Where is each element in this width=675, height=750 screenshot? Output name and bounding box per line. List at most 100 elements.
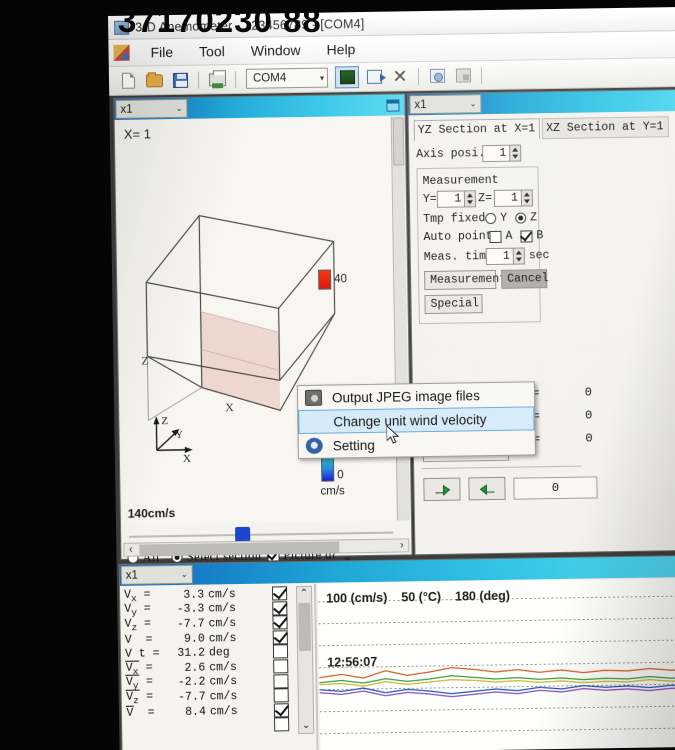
colorbar-indicator-value: 40 [334, 273, 347, 285]
photographed-screen: 37170230 88 3-D Anemometer - 123456789 -… [0, 0, 675, 750]
series-checkbox[interactable] [274, 688, 289, 702]
com-port-select[interactable]: COM4 ▾ [246, 68, 328, 89]
row-value: -7.7 [162, 617, 208, 631]
stop-button[interactable]: ✕ [389, 66, 411, 87]
z-stepper[interactable]: 1 [494, 189, 533, 207]
connect-green-icon [339, 70, 354, 84]
meas-time-stepper[interactable]: 1 [486, 247, 525, 265]
axis-position-stepper[interactable]: 1 [482, 145, 521, 163]
restore-window-button[interactable] [386, 99, 399, 111]
document-export-button[interactable] [452, 65, 474, 86]
print-icon [208, 73, 225, 86]
stepper-arrows-icon[interactable] [513, 248, 524, 263]
open-file-button[interactable] [143, 70, 165, 91]
checkbox-auto-a[interactable] [489, 230, 501, 242]
data-zoom-select[interactable]: x1 ⌄ [121, 565, 193, 585]
view3d-zoom-select[interactable]: x1 ⌄ [115, 99, 187, 119]
context-menu-item-setting[interactable]: Setting [299, 430, 535, 458]
rotate-right-icon [477, 480, 497, 496]
settings-zoom-select[interactable]: x1 ⌄ [409, 94, 481, 114]
series-checkbox[interactable] [272, 615, 287, 629]
toolbar-separator [235, 70, 236, 87]
radio-tmp-y[interactable] [485, 213, 496, 224]
axis-position-row: Axis posi. 1 [416, 144, 538, 163]
context-menu-label: Setting [333, 437, 375, 453]
document-preview-button[interactable] [426, 65, 448, 86]
stepper-arrows-icon[interactable] [509, 146, 520, 161]
tab-yz-section[interactable]: YZ Section at X=1 [414, 118, 541, 141]
chevron-down-icon: ⌄ [470, 99, 477, 108]
checkbox-auto-b[interactable] [520, 230, 532, 242]
series-checkbox[interactable] [272, 586, 287, 600]
chart-top-labels: 100 (cm/s) 50 (°C) 180 (deg) [326, 589, 510, 606]
y-label: Y= [423, 193, 438, 206]
new-file-button[interactable] [117, 70, 139, 91]
slider-track [129, 532, 393, 538]
menu-file[interactable]: File [137, 42, 186, 63]
series-checkbox[interactable] [273, 630, 288, 644]
scroll-down-arrow-icon[interactable]: ⌄ [299, 719, 313, 733]
row-unit: cm/s [208, 602, 242, 616]
tab-xz-section[interactable]: XZ Section at Y=1 [542, 116, 669, 139]
scroll-left-arrow-icon[interactable]: ‹ [124, 544, 137, 556]
scroll-right-arrow-icon[interactable]: › [395, 539, 408, 551]
scrollbar-thumb[interactable] [393, 117, 405, 165]
stepper-arrows-icon[interactable] [521, 190, 532, 205]
disconnect-icon [366, 70, 381, 84]
measurement-group: Measurement Y= 1 Z= 1 [416, 166, 540, 324]
svg-text:Z: Z [161, 415, 168, 427]
meas-time-label: Meas. time [424, 250, 486, 264]
settings-window: x1 ⌄ YZ Section at X=1 XZ Section at Y=1… [407, 89, 675, 555]
data-vscrollbar[interactable]: ⌃ ⌄ [296, 586, 314, 734]
timeseries-chart[interactable]: 100 (cm/s) 50 (°C) 180 (deg) 12:56:07 -1… [318, 578, 675, 750]
series-checkbox[interactable] [272, 601, 287, 615]
title-spacer [193, 566, 675, 574]
series-checkbox[interactable] [273, 645, 288, 659]
menu-window[interactable]: Window [238, 40, 314, 61]
y-stepper[interactable]: 1 [437, 190, 476, 208]
series-checkbox[interactable] [274, 703, 289, 717]
row-unit: cm/s [208, 617, 242, 631]
scrollbar-thumb[interactable] [298, 603, 311, 651]
scroll-up-arrow-icon[interactable]: ⌃ [297, 587, 311, 601]
open-folder-icon [145, 74, 162, 87]
context-menu-item-output-jpeg[interactable]: Output JPEG image files [298, 382, 534, 410]
print-button[interactable] [206, 69, 228, 90]
svg-text:Y: Y [176, 430, 183, 441]
row-unit: deg [209, 646, 243, 660]
series-checkbox[interactable] [273, 674, 288, 688]
disconnect-button[interactable] [363, 66, 385, 87]
scrollbar-thumb[interactable] [139, 541, 339, 555]
settings-zoom-value: x1 [414, 99, 426, 111]
cancel-button[interactable]: Cancel [501, 269, 547, 289]
view3d-canvas[interactable]: X= 1 [116, 117, 397, 525]
special-button[interactable]: Special [424, 294, 482, 314]
radio-tmp-y-label: Y [500, 212, 507, 225]
auto-point-row: Auto point A B [423, 229, 533, 244]
row-unit: cm/s [209, 632, 243, 646]
series-checkbox[interactable] [273, 659, 288, 673]
menu-help[interactable]: Help [313, 39, 368, 60]
close-icon: ✕ [392, 67, 407, 85]
series-checkbox[interactable] [274, 718, 289, 732]
table-row: V = 8.4 cm/s [126, 703, 276, 720]
context-menu-item-change-unit[interactable]: Change unit wind velocity [298, 406, 534, 434]
rotate-left-button[interactable] [423, 478, 460, 502]
radio-tmp-z[interactable] [515, 212, 526, 223]
rotate-right-button[interactable] [468, 477, 505, 501]
save-icon [172, 72, 187, 87]
row-value: 9.0 [163, 632, 209, 646]
connect-button[interactable] [335, 66, 359, 88]
colorbar-min-label: 0 [337, 469, 344, 481]
z-label: Z= [476, 192, 494, 205]
stepper-arrows-icon[interactable] [464, 191, 475, 206]
counter-field[interactable]: 0 [513, 476, 597, 499]
context-menu: Output JPEG image files Change unit wind… [297, 381, 536, 459]
context-menu-label: Change unit wind velocity [333, 412, 486, 429]
view3d-zoom-value: x1 [120, 103, 132, 115]
document-preview-icon [429, 69, 444, 83]
menu-tool[interactable]: Tool [186, 41, 238, 62]
measurement-button[interactable]: Measurement [424, 270, 496, 290]
chevron-down-icon: ▾ [320, 73, 324, 82]
save-button[interactable] [169, 69, 191, 90]
